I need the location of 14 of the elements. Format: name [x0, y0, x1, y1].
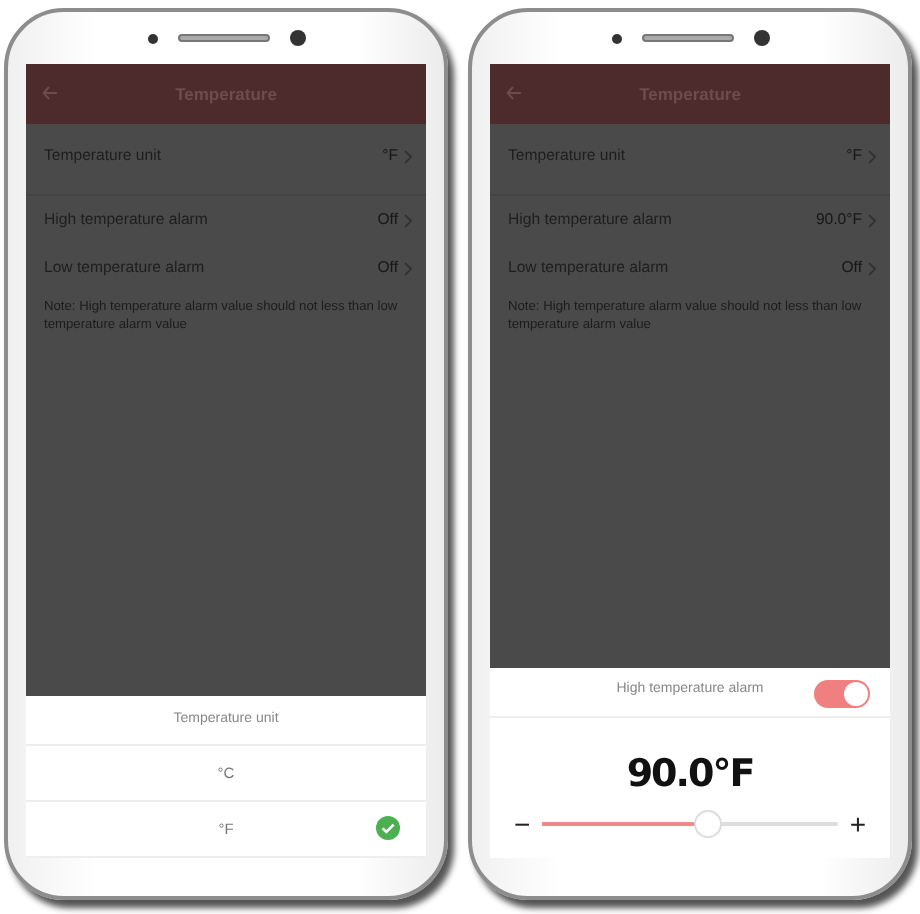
camera-icon — [289, 30, 305, 46]
minus-button[interactable]: − — [514, 810, 531, 838]
back-icon[interactable] — [506, 86, 522, 100]
sensor-icon — [611, 33, 621, 43]
sensor-icon — [147, 33, 157, 43]
speaker-icon — [641, 34, 733, 42]
plus-button[interactable]: + — [849, 810, 866, 838]
slider-thumb[interactable] — [693, 810, 722, 838]
toggle-switch[interactable] — [814, 679, 870, 707]
back-icon[interactable] — [42, 86, 58, 100]
alarm-value: 90.0°F — [624, 749, 756, 799]
camera-icon — [753, 30, 769, 46]
check-icon — [376, 816, 400, 840]
speaker-icon — [177, 34, 269, 42]
